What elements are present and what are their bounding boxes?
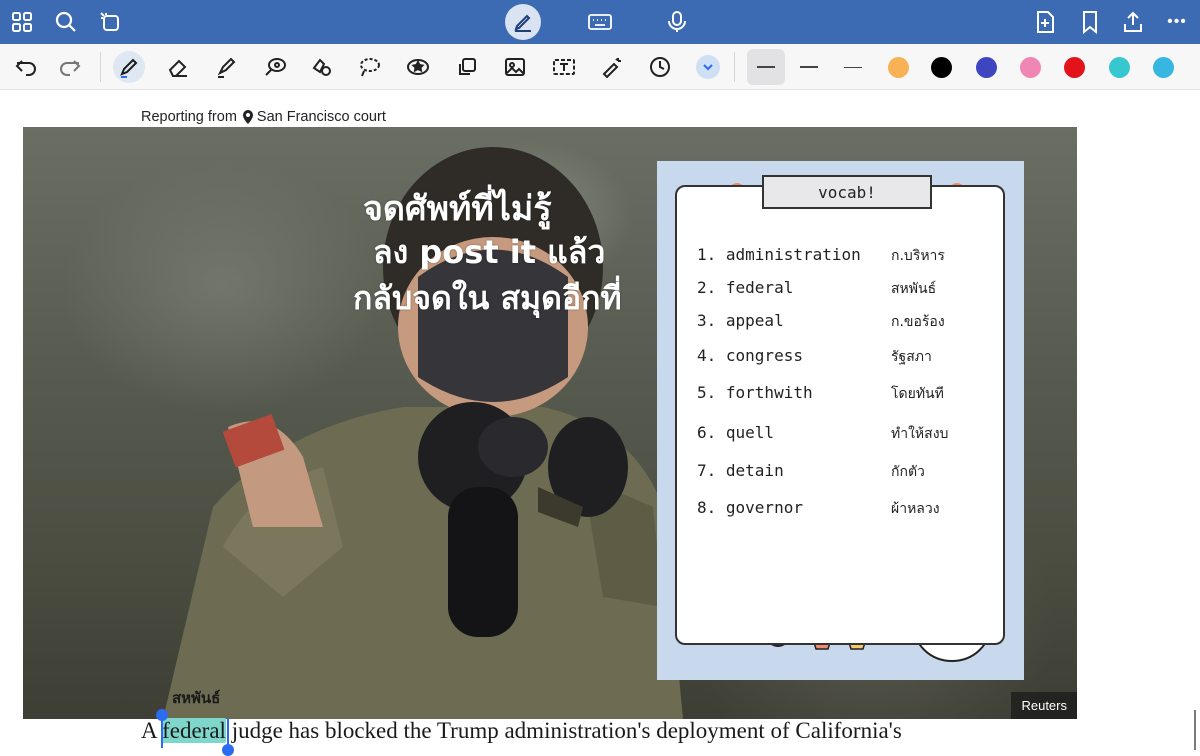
vocab-meaning: กักตัว (891, 464, 925, 480)
app-window: ••• Reporting from San Francisco court จ… (0, 0, 1200, 756)
color-swatch-orange[interactable] (888, 57, 909, 78)
selection-end-handle[interactable] (222, 744, 234, 756)
eraser-icon[interactable] (162, 51, 194, 83)
add-page-icon[interactable] (1029, 6, 1061, 38)
text-box-icon[interactable] (548, 51, 580, 83)
vocab-item: 6. quell ทำให้สงบ (697, 423, 997, 447)
lasso-freeform-icon[interactable] (354, 51, 386, 83)
more-label: ••• (1167, 13, 1187, 30)
vocab-title: vocab! (762, 175, 932, 209)
keyboard-icon[interactable] (584, 6, 616, 38)
pen-mode-icon[interactable] (505, 4, 541, 40)
color-swatch-pink[interactable] (1020, 57, 1041, 78)
selection-start-line (161, 718, 163, 748)
vocab-meaning: ก.ขอร้อง (891, 314, 945, 330)
highlighter-icon[interactable] (210, 51, 242, 83)
stroke-line (844, 66, 862, 68)
document-page: Reporting from San Francisco court จดศัพ… (0, 90, 1200, 756)
vocab-item: 5. forthwith โดยทันที (697, 383, 997, 407)
bookmark-icon[interactable] (1074, 6, 1106, 38)
photo-credit: Reuters (1011, 692, 1077, 719)
vocab-word: 3. appeal (697, 311, 784, 330)
search-icon[interactable] (50, 6, 82, 38)
vocab-meaning: ทำให้สงบ (891, 426, 949, 442)
laser-pointer-icon[interactable] (596, 51, 628, 83)
color-swatch-red[interactable] (1064, 57, 1085, 78)
stroke-medium[interactable] (790, 49, 828, 85)
microphone-icon[interactable] (661, 6, 693, 38)
shape-icon[interactable] (259, 51, 291, 83)
handwritten-annotation: สหพันธ์ (172, 689, 221, 707)
magic-select-icon[interactable] (94, 6, 126, 38)
scrollbar[interactable] (1194, 710, 1196, 750)
vocab-meaning: โดยทันที (891, 386, 944, 402)
vocab-word: 4. congress (697, 346, 803, 365)
vocab-item: 7. detain กักตัว (697, 461, 997, 485)
article-text: A federal judge has blocked the Trump ad… (141, 718, 902, 744)
tool-bar (0, 44, 1200, 90)
color-swatch-teal[interactable] (1109, 57, 1130, 78)
reporting-line: Reporting from San Francisco court (141, 109, 386, 125)
divider (734, 52, 735, 82)
stroke-line (800, 66, 818, 68)
copy-icon[interactable] (451, 51, 483, 83)
reporting-prefix: Reporting from (141, 109, 237, 125)
vocab-meaning: ผ้าหลวง (891, 501, 940, 517)
divider (100, 52, 101, 82)
redo-icon[interactable] (54, 51, 86, 83)
share-icon[interactable] (1117, 6, 1149, 38)
vocab-word: 1. administration (697, 245, 861, 264)
vocab-word: 6. quell (697, 423, 775, 442)
top-bar: ••• (0, 0, 1200, 44)
undo-icon[interactable] (10, 51, 42, 83)
stroke-thick[interactable] (747, 49, 785, 85)
stroke-thin[interactable] (834, 49, 872, 85)
article-text-before: A (141, 718, 163, 743)
sticker-icon[interactable] (402, 51, 434, 83)
lasso-icon[interactable] (306, 51, 338, 83)
vocab-word: 7. detain (697, 461, 784, 480)
vocab-word: 8. governor (697, 498, 803, 517)
highlighted-word[interactable]: federal (162, 718, 226, 743)
grid-icon[interactable] (6, 6, 38, 38)
reporting-location: San Francisco court (256, 109, 386, 125)
news-photo: จดศัพท์ที่ไม่รู้ ลง post it แล้ว กลับจดใ… (23, 127, 1077, 719)
color-swatch-black[interactable] (931, 57, 952, 78)
more-icon[interactable]: ••• (1161, 6, 1193, 38)
vocab-word: 5. forthwith (697, 383, 813, 402)
handwritten-note-line-2: ลง post it แล้ว (373, 233, 606, 271)
vocab-meaning: สหพันธ์ (891, 281, 937, 297)
vocab-item: 2. federal สหพันธ์ (697, 278, 997, 302)
vocab-meaning: รัฐสภา (891, 349, 932, 365)
chevron-down-icon (696, 55, 720, 79)
article-text-after: judge has blocked the Trump administrati… (225, 718, 902, 743)
vocab-item: 4. congress รัฐสภา (697, 346, 997, 370)
color-swatch-cyan[interactable] (1153, 57, 1174, 78)
vocab-meaning: ก.บริหาร (891, 248, 945, 264)
stroke-line (757, 66, 775, 68)
vocab-item: 1. administration ก.บริหาร (697, 245, 997, 269)
tool-options-dropdown[interactable] (692, 51, 724, 83)
image-icon[interactable] (499, 51, 531, 83)
vocab-sticker[interactable]: vocab! 1. administration ก.บริหาร 2. fede… (657, 161, 1024, 680)
pen-icon[interactable] (113, 51, 145, 83)
location-pin-icon (242, 110, 253, 124)
vocab-item: 8. governor ผ้าหลวง (697, 498, 997, 522)
color-swatch-blue[interactable] (976, 57, 997, 78)
history-icon[interactable] (644, 51, 676, 83)
handwritten-note-line-3: กลับจดใน สมุดอีกที่ (353, 279, 622, 317)
vocab-item: 3. appeal ก.ขอร้อง (697, 311, 997, 335)
vocab-word: 2. federal (697, 278, 794, 297)
